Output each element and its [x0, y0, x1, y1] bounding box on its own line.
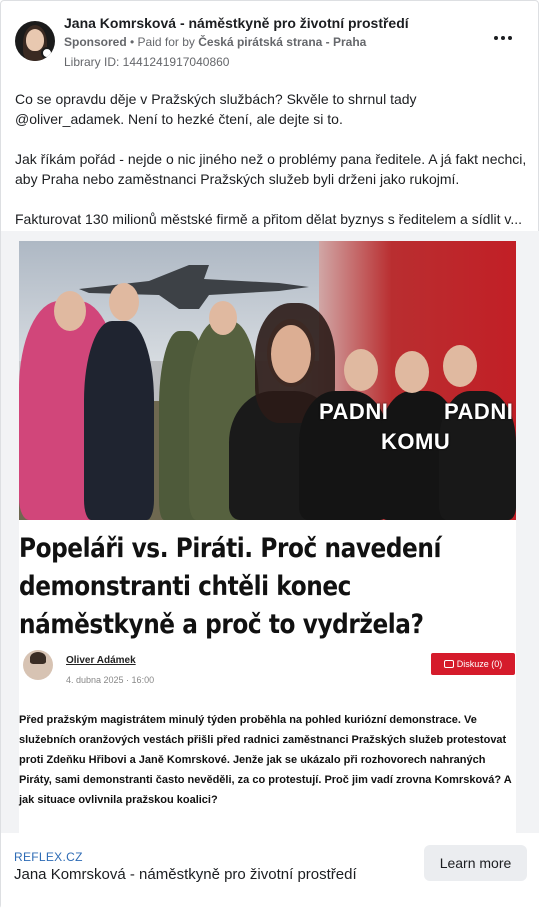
author-name: Oliver Adámek — [66, 655, 136, 666]
discussion-button: Diskuze (0) — [431, 653, 515, 675]
author-avatar — [23, 650, 53, 680]
link-title[interactable]: Jana Komrsková - náměstkyně pro životní … — [14, 866, 357, 883]
link-domain[interactable]: REFLEX.CZ — [14, 850, 83, 864]
post-paragraph: Jak říkám pořád - nejde o nic jiného než… — [15, 151, 527, 187]
sponsored-line: Sponsored • Paid for by Česká pirátská s… — [64, 35, 366, 49]
sponsored-label: Sponsored — [64, 35, 127, 49]
ad-post-card: Jana Komrsková - náměstkyně pro životní … — [0, 0, 539, 909]
paid-for-prefix: • Paid for by — [130, 35, 199, 49]
ad-media-image[interactable]: PADNI KOMU PADNI Popeláři vs. Piráti. Pr… — [1, 231, 539, 833]
discussion-label: Diskuze (0) — [456, 659, 503, 669]
ad-footer[interactable]: REFLEX.CZ Jana Komrsková - náměstkyně pr… — [1, 833, 539, 909]
paid-for-by[interactable]: Česká pirátská strana - Praha — [198, 35, 366, 49]
page-avatar[interactable] — [15, 21, 55, 61]
person-figure — [84, 321, 154, 520]
post-paragraph-truncated[interactable]: Fakturovat 130 milionů městské firmě a p… — [15, 209, 527, 229]
article-lead: Před pražským magistrátem minulý týden p… — [19, 714, 512, 806]
post-paragraph: Co se opravdu děje v Pražských službách?… — [15, 91, 417, 127]
overlay-word: PADNI — [319, 399, 389, 424]
learn-more-button[interactable]: Learn more — [424, 845, 527, 881]
page-badge-icon — [41, 47, 53, 59]
comment-icon — [443, 660, 454, 668]
article-date: 4. dubna 2025 · 16:00 — [66, 675, 155, 685]
post-header: Jana Komrsková - náměstkyně pro životní … — [15, 13, 524, 73]
overlay-word: KOMU — [381, 429, 451, 454]
page-name[interactable]: Jana Komrsková - náměstkyně pro životní … — [64, 15, 409, 31]
more-horizontal-icon[interactable] — [494, 33, 514, 43]
article-photo: PADNI KOMU PADNI — [19, 241, 516, 520]
article-headline: Popeláři vs. Piráti. Proč navedení demon… — [19, 533, 441, 640]
post-text: Co se opravdu děje v Pražských službách?… — [15, 89, 527, 249]
library-id: Library ID: 1441241917040860 — [64, 55, 230, 69]
article-preview: Popeláři vs. Piráti. Proč navedení demon… — [19, 520, 516, 833]
overlay-word: PADNI — [444, 399, 514, 424]
